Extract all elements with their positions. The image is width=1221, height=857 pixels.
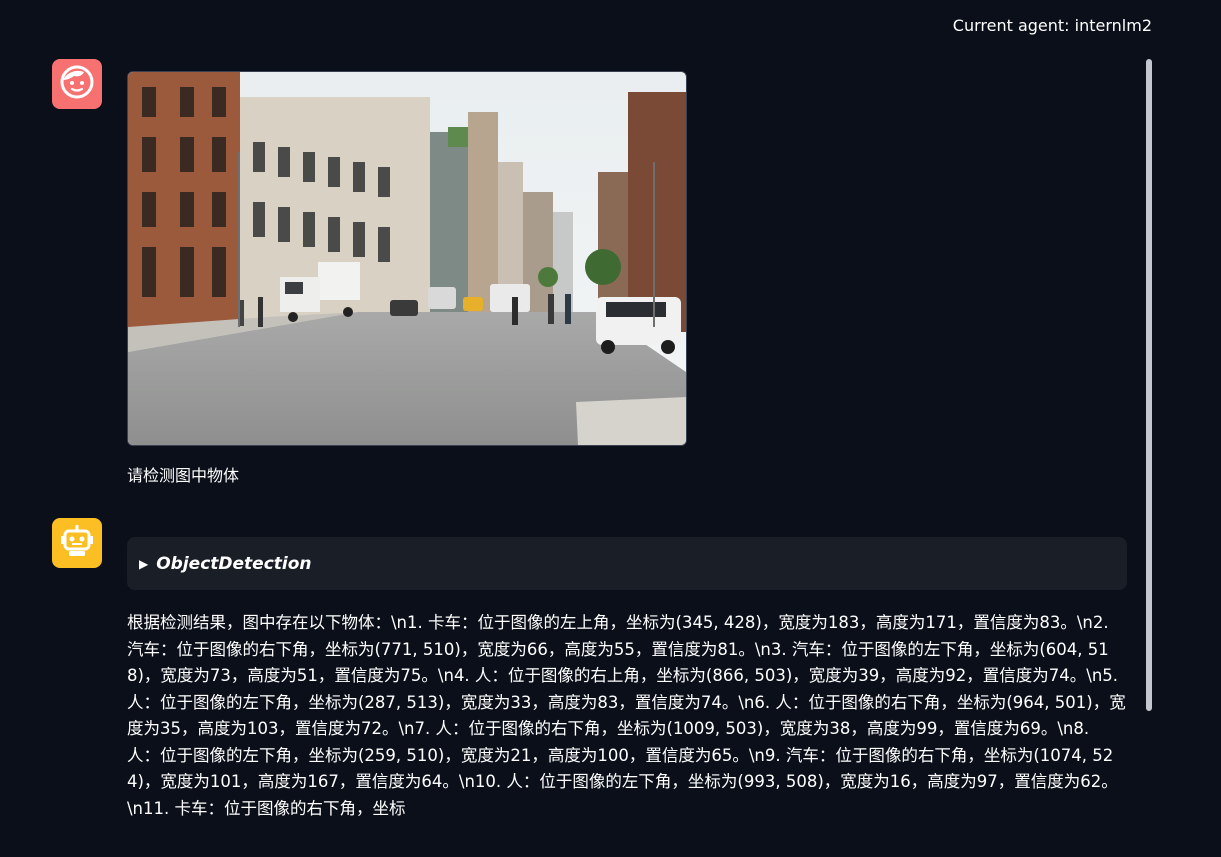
object-detection-details-toggle[interactable]: ▶ ObjectDetection bbox=[127, 537, 1127, 590]
uploaded-street-image[interactable] bbox=[127, 71, 687, 446]
bot-answer-text: 根据检测结果，图中存在以下物体：\n1. 卡车：位于图像的左上角，坐标为(345… bbox=[127, 613, 1126, 818]
bot-avatar bbox=[52, 518, 102, 568]
user-avatar bbox=[52, 59, 102, 109]
tool-name: ObjectDetection bbox=[156, 553, 312, 574]
chat-scrollbar[interactable] bbox=[1146, 59, 1152, 711]
expand-triangle-icon: ▶ bbox=[139, 556, 149, 571]
chat-app: Current agent: internlm2 请检测图中物体 ▶ Objec… bbox=[0, 0, 1221, 857]
current-agent-label: Current agent: internlm2 bbox=[952, 16, 1152, 35]
robot-icon bbox=[59, 523, 95, 563]
user-message-text: 请检测图中物体 bbox=[127, 466, 240, 485]
face-icon bbox=[58, 63, 96, 105]
